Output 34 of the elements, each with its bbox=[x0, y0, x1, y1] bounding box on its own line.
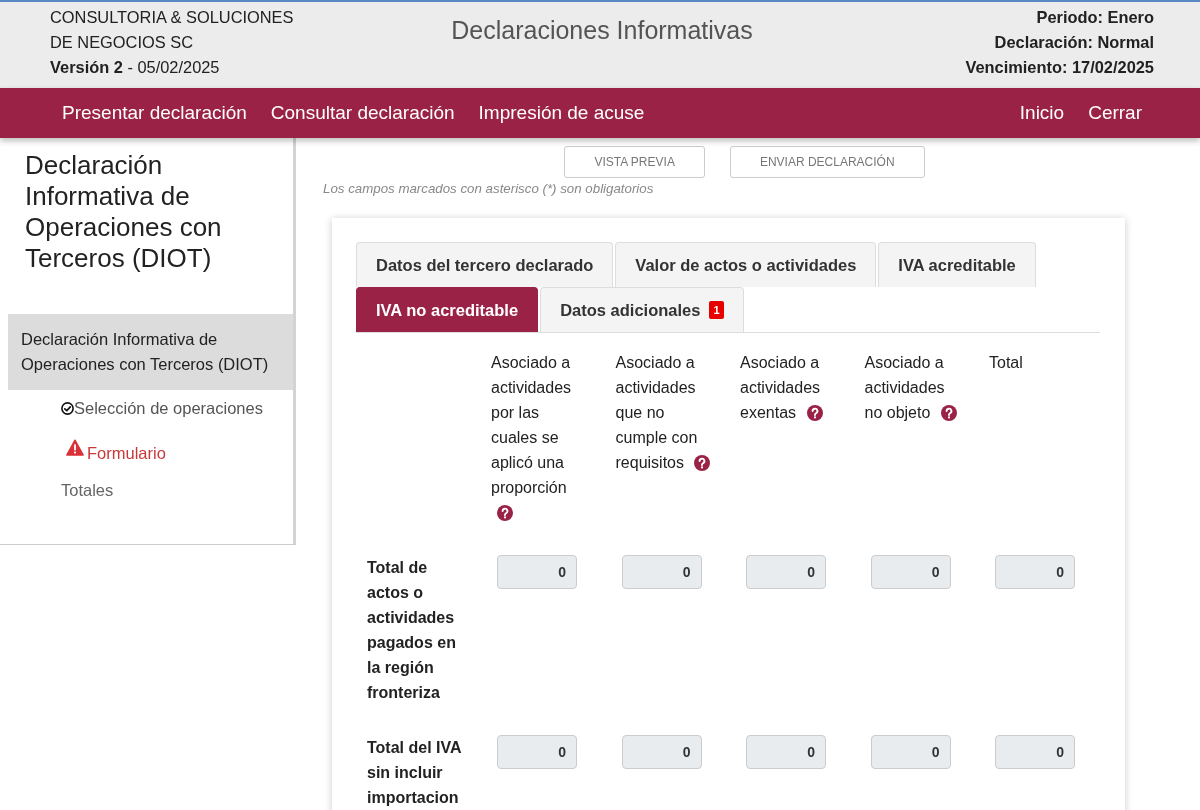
tab[interactable]: IVA acreditable bbox=[878, 242, 1036, 287]
row-header: Total de actos o actividades pagados en la región fronteriza bbox=[367, 558, 457, 703]
tab[interactable]: Datos adicionales 1 bbox=[540, 287, 744, 332]
version-text: Versión 2 - 05/02/2025 bbox=[50, 57, 221, 78]
menu-link[interactable]: Impresión de acuse bbox=[466, 100, 657, 126]
tab[interactable]: IVA no acreditable bbox=[356, 287, 539, 332]
declaration-info: Declaración: Normal bbox=[993, 32, 1154, 53]
declaration-info: Vencimiento: 17/02/2025 bbox=[964, 57, 1154, 78]
tab[interactable]: Datos del tercero declarado bbox=[356, 242, 614, 287]
sidebar-subitem[interactable]: Selección de operaciones bbox=[61, 390, 293, 427]
menu-link[interactable]: Presentar declaración bbox=[50, 100, 259, 126]
column-header: Total bbox=[989, 354, 1023, 371]
menu-link[interactable]: Inicio bbox=[1007, 100, 1077, 126]
menu-link[interactable]: Cerrar bbox=[1076, 100, 1154, 126]
column-header: Asociado a actividades que no cumple con requisitos bbox=[615, 354, 698, 471]
column-header: Asociado a actividades no objeto bbox=[864, 354, 945, 421]
required-fields-note: Los campos marcados con asterisco (*) son obligatorios bbox=[323, 180, 655, 198]
submit-button[interactable]: ENVIAR DECLARACIÓN bbox=[729, 146, 925, 178]
company-name: CONSULTORIA & SOLUCIONES DE NEGOCIOS SC bbox=[50, 7, 295, 53]
row-header: Total del IVA sin incluir importacion bbox=[367, 738, 462, 808]
declaration-info: Periodo: Enero bbox=[1035, 7, 1154, 28]
sidebar-subitem[interactable]: Totales bbox=[61, 472, 293, 509]
warning-icon bbox=[66, 439, 84, 456]
sidebar-item[interactable]: Declaración Informativa de Operaciones con Terceros (DIOT) bbox=[8, 314, 293, 390]
sidebar-title: Declaración Informativa de Operaciones con Terceros (DIOT) bbox=[24, 150, 223, 274]
column-header: Asociado a actividades exentas bbox=[740, 354, 821, 421]
count-badge: 1 bbox=[709, 301, 724, 319]
page-title: Declaraciones Informativas bbox=[451, 15, 753, 46]
preview-button[interactable]: VISTA PREVIA bbox=[564, 146, 705, 178]
column-header: Asociado a actividades por las cuales se aplicó una proporción bbox=[491, 354, 572, 496]
check-circle-icon bbox=[61, 402, 74, 415]
sidebar-subitem[interactable]: Formulario bbox=[61, 427, 293, 472]
tab[interactable]: Valor de actos o actividades bbox=[615, 242, 877, 287]
menu-link[interactable]: Consultar declaración bbox=[258, 100, 467, 126]
